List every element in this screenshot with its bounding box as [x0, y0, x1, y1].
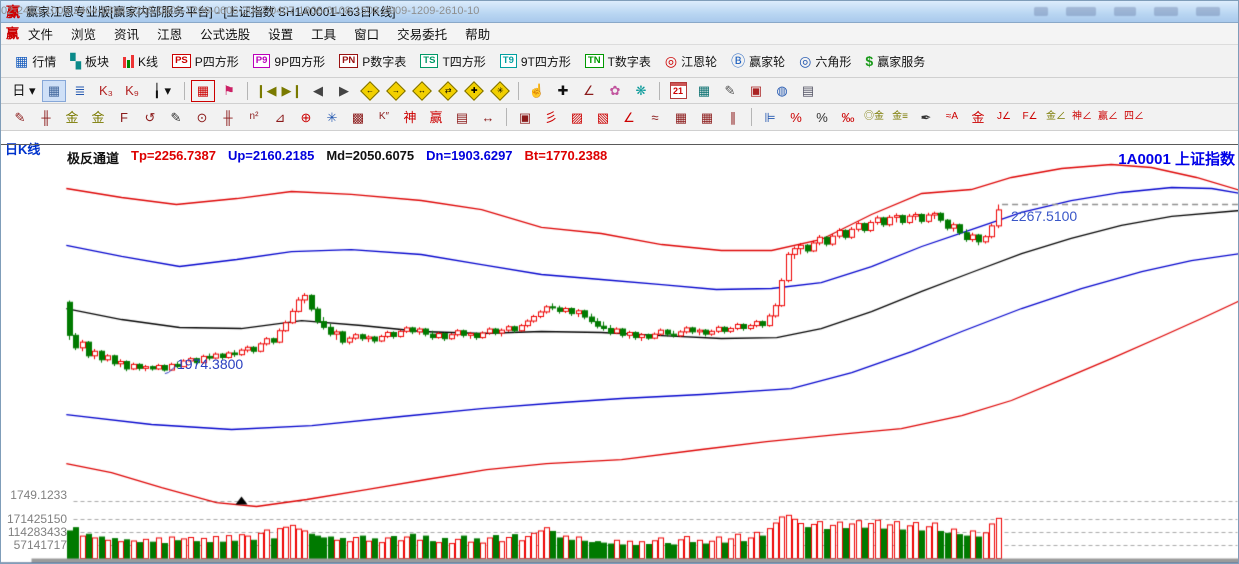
- app-window: 赢 赢家江恩专业版[赢家内部服务平台] - [上证指数 SH1A0001-163…: [0, 0, 1239, 564]
- kline-chart-canvas[interactable]: [1, 1, 1239, 564]
